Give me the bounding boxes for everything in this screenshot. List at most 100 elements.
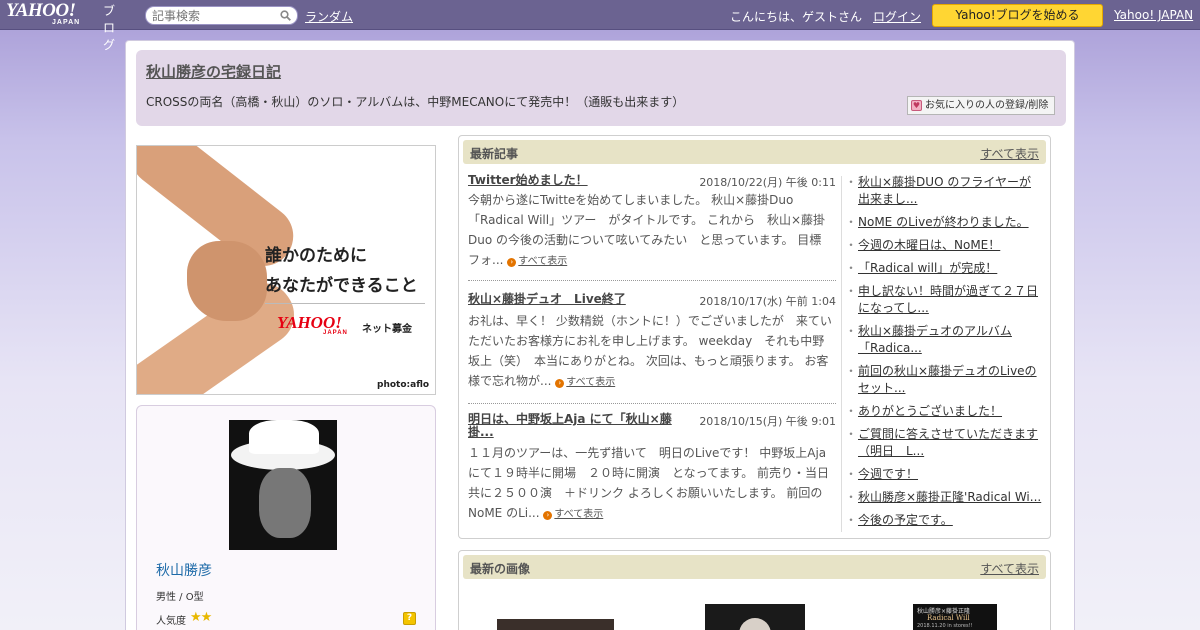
article-excerpt-text: お礼は、早く！ 少数精鋭（ホントに！）でございましたが 来ていただいたお客様方に… (468, 314, 832, 388)
recent-article-link-item: 今後の予定です。 (845, 512, 1042, 529)
article-excerpt-text: １１月のツアーは、一先ず措いて 明日のLiveです！ 中野坂上Aja にて１９時… (468, 446, 830, 520)
recent-article-link[interactable]: 今週の木曜日は、NoME！ (858, 238, 1000, 252)
recent-article-link-item: ご質問に答えさせていただきます（明日 L... (845, 426, 1042, 460)
favorite-register-button[interactable]: ♥ お気に入りの人の登録/削除 (907, 96, 1055, 115)
article-title[interactable]: 明日は、中野坂上Aja にて「秋山×藤掛... (468, 413, 683, 439)
article-divider (468, 403, 836, 404)
recent-article-link-item: 秋山勝彦×藤掛正隆'Radical Wi... (845, 489, 1042, 506)
banner-headline-1: 誰かのために (265, 246, 367, 266)
yahoo-japan-link[interactable]: Yahoo! JAPAN (1114, 8, 1193, 22)
recent-article-link-item: 申し訳ない！時間が過ぎて２７日になってし... (845, 283, 1042, 317)
banner-yahoo-logo: YAHOO! JAPAN (277, 314, 348, 336)
blog-container: 秋山勝彦の宅録日記 CROSSの両名（高橋・秋山）のソロ・アルバムは、中野MEC… (125, 40, 1075, 630)
recent-article-link[interactable]: NoME のLiveが終わりました。 (858, 215, 1029, 229)
banner-photo-credit: photo:aflo (377, 380, 430, 390)
arrow-right-icon: › (507, 258, 517, 267)
thumbnail-caption-release: 2018.11.20 in stores!! (917, 623, 973, 629)
recent-articles-see-all[interactable]: すべて表示 (980, 145, 1039, 162)
article-date: 2018/10/22(月) 午後 0:11 (699, 176, 836, 189)
random-link[interactable]: ランダム (305, 8, 353, 25)
recent-articles-title: 最新記事 (470, 147, 519, 161)
recent-article-links: 秋山×藤掛DUO のフライヤーが出来まし... NoME のLiveが終わりました… (845, 174, 1042, 535)
blog-description: CROSSの両名（高橋・秋山）のソロ・アルバムは、中野MECANOにて発売中！（… (146, 95, 685, 109)
article-excerpt: １１月のツアーは、一先ず措いて 明日のLiveです！ 中野坂上Aja にて１９時… (468, 443, 836, 525)
arrow-right-icon: › (543, 511, 553, 520)
recent-article-link-item: 今週です！ (845, 466, 1042, 483)
recent-article-link-item: NoME のLiveが終わりました。 (845, 214, 1042, 231)
thumbnail-caption-album: Radical Will (927, 614, 970, 622)
recent-article-link[interactable]: 今週です！ (858, 467, 918, 481)
recent-article-link[interactable]: ありがとうございました！ (858, 404, 1002, 418)
recent-articles-header: 最新記事 すべて表示 (463, 140, 1046, 164)
recent-article-link-item: 秋山×藤掛デュオのアルバム「Radica... (845, 323, 1042, 357)
article-read-more-label: すべて表示 (518, 256, 568, 267)
recent-article-link[interactable]: 「Radical will」が完成！ (858, 261, 997, 275)
avatar-face (259, 468, 311, 538)
profile-name[interactable]: 秋山勝彦 (156, 560, 212, 580)
recent-article-link-item: 秋山×藤掛DUO のフライヤーが出来まし... (845, 174, 1042, 208)
recent-image-thumbnail[interactable]: 秋山勝彦×藤掛正隆 Radical Will 2018.11.20 in sto… (913, 604, 997, 630)
article-item: Twitter始めました！ 2018/10/22(月) 午後 0:11 今朝から… (468, 174, 836, 294)
heart-icon: ♥ (911, 100, 922, 111)
donation-banner[interactable]: 誰かのために あなたができること YAHOO! JAPAN ネット募金 phot… (136, 145, 436, 395)
profile-card: 秋山勝彦 男性 / O型 人気度 ★★ ? (136, 405, 436, 630)
thumbnail-portrait (739, 618, 771, 630)
search-input[interactable] (152, 9, 272, 22)
banner-logo-sub: JAPAN (323, 330, 348, 336)
recent-articles-panel: 最新記事 すべて表示 Twitter始めました！ 2018/10/22(月) 午… (458, 135, 1051, 539)
article-date: 2018/10/15(月) 午後 9:01 (699, 415, 836, 428)
profile-meta: 男性 / O型 (156, 592, 204, 603)
recent-images-panel: 最新の画像 すべて表示 秋山勝彦×藤掛正隆 Radical Will 2018.… (458, 550, 1051, 630)
blog-title[interactable]: 秋山勝彦の宅録日記 (146, 61, 281, 82)
article-ellipsis: ... (540, 374, 552, 388)
banner-donation-label: ネット募金 (362, 324, 412, 335)
recent-article-link-item: 前回の秋山×藤掛デュオのLiveのセット... (845, 363, 1042, 397)
greeting-text: こんにちは、ゲストさん (730, 10, 863, 24)
recent-article-link[interactable]: 秋山×藤掛デュオのアルバム「Radica... (858, 324, 1012, 355)
recent-article-link[interactable]: 秋山×藤掛DUO のフライヤーが出来まし... (858, 175, 1031, 206)
recent-article-link[interactable]: 今後の予定です。 (858, 513, 953, 527)
article-item: 秋山×藤掛デュオ Live終了 2018/10/17(水) 午前 1:04 お礼… (468, 293, 836, 413)
article-ellipsis: ... (528, 506, 540, 520)
article-excerpt: お礼は、早く！ 少数精鋭（ホントに！）でございましたが 来ていただいたお客様方に… (468, 311, 836, 393)
avatar-hat-crown (249, 420, 319, 454)
logo-japan-text: JAPAN (52, 19, 81, 26)
article-read-more[interactable]: › すべて表示 (555, 377, 615, 388)
recent-article-link[interactable]: 申し訳ない！時間が過ぎて２７日になってし... (858, 284, 1038, 315)
article-divider (468, 280, 836, 281)
yahoo-blog-logo[interactable]: YAHOO! JAPAN ブログ (6, 1, 115, 52)
article-item: 明日は、中野坂上Aja にて「秋山×藤掛... 2018/10/15(月) 午後… (468, 413, 836, 533)
column-divider (841, 176, 842, 532)
article-date: 2018/10/17(水) 午前 1:04 (699, 295, 836, 308)
banner-handshake (187, 241, 267, 321)
recent-images-title: 最新の画像 (470, 562, 531, 576)
recent-images-header: 最新の画像 すべて表示 (463, 555, 1046, 579)
recent-article-link[interactable]: 前回の秋山×藤掛デュオのLiveのセット... (858, 364, 1037, 395)
arrow-right-icon: › (555, 379, 565, 388)
article-title[interactable]: 秋山×藤掛デュオ Live終了 (468, 293, 683, 306)
start-blog-button[interactable]: Yahoo!ブログを始める (932, 4, 1103, 27)
article-read-more-label: すべて表示 (566, 377, 616, 388)
blog-header: 秋山勝彦の宅録日記 CROSSの両名（高橋・秋山）のソロ・アルバムは、中野MEC… (136, 50, 1066, 126)
article-ellipsis: ... (492, 253, 504, 267)
popularity-stars-icon: ★★ (190, 610, 212, 625)
recent-images-see-all[interactable]: すべて表示 (980, 560, 1039, 577)
profile-avatar[interactable] (229, 420, 337, 550)
favorite-register-label: お気に入りの人の登録/削除 (925, 100, 1049, 111)
recent-article-link-item: 今週の木曜日は、NoME！ (845, 237, 1042, 254)
article-title[interactable]: Twitter始めました！ (468, 174, 683, 187)
recent-article-link[interactable]: ご質問に答えさせていただきます（明日 L... (858, 427, 1038, 458)
recent-image-thumbnail[interactable] (705, 604, 805, 630)
recent-article-link-item: ありがとうございました！ (845, 403, 1042, 420)
login-link[interactable]: ログイン (873, 8, 921, 25)
logo-blog-text: ブログ (103, 4, 116, 52)
help-icon[interactable]: ? (403, 612, 416, 625)
search-box (145, 6, 298, 25)
banner-divider (265, 303, 425, 304)
recent-image-thumbnail[interactable] (497, 619, 614, 630)
article-read-more-label: すべて表示 (554, 509, 604, 520)
recent-article-link[interactable]: 秋山勝彦×藤掛正隆'Radical Wi... (858, 490, 1041, 504)
article-read-more[interactable]: › すべて表示 (507, 256, 567, 267)
article-read-more[interactable]: › すべて表示 (543, 509, 603, 520)
search-icon[interactable] (280, 10, 291, 21)
